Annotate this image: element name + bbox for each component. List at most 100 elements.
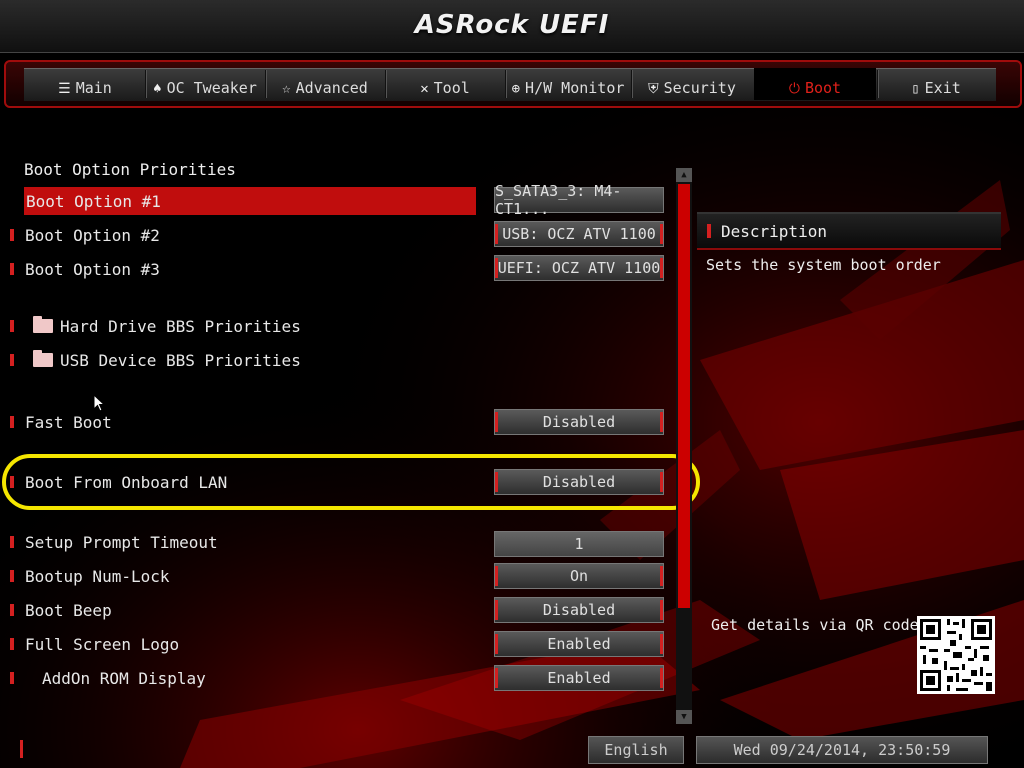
boot-beep-value[interactable]: Disabled — [494, 597, 664, 623]
bootup-num-lock-row[interactable]: Bootup Num-Lock — [10, 562, 470, 590]
footer-bar: English Wed 09/24/2014, 23:50:59 — [0, 730, 1024, 768]
submenu-hard-drive-bbs[interactable]: Hard Drive BBS Priorities — [10, 312, 470, 340]
boot-option-3-value[interactable]: UEFI: OCZ ATV 1100 — [494, 255, 664, 281]
scrollbar[interactable]: ▲ ▼ — [676, 168, 692, 724]
value-edge — [660, 258, 663, 278]
value-text: Enabled — [547, 635, 611, 653]
boot-option-label: Boot Option #1 — [26, 191, 161, 211]
boot-option-label: Boot Option #2 — [25, 225, 160, 245]
description-title: Description — [721, 222, 827, 241]
value-text: Disabled — [542, 601, 616, 619]
setting-label: Bootup Num-Lock — [25, 566, 170, 586]
submenu-usb-device-bbs[interactable]: USB Device BBS Priorities — [10, 346, 470, 374]
tab-label: Exit — [924, 79, 961, 97]
list-icon: ☰ — [58, 81, 71, 97]
row-marker — [10, 638, 14, 650]
boot-option-2-value[interactable]: USB: OCZ ATV 1100 — [494, 221, 664, 247]
full-screen-logo-row[interactable]: Full Screen Logo — [10, 630, 470, 658]
rocket-icon: ♠ — [153, 81, 162, 97]
tab-security[interactable]: ⛨ Security — [632, 68, 752, 100]
boot-option-1-row[interactable]: Boot Option #1 — [24, 187, 476, 215]
value-edge — [660, 600, 663, 620]
qr-code-icon — [917, 616, 995, 694]
value-edge — [495, 634, 498, 654]
row-marker — [10, 229, 14, 241]
scroll-thumb[interactable] — [678, 184, 690, 608]
tab-label: Advanced — [295, 79, 368, 97]
value-edge — [660, 224, 663, 244]
tab-hw-monitor[interactable]: ⊕ H/W Monitor — [506, 68, 630, 100]
value-edge — [495, 600, 498, 620]
row-marker — [10, 320, 14, 332]
tab-label: H/W Monitor — [525, 79, 625, 97]
scroll-up-arrow-icon[interactable]: ▲ — [676, 168, 692, 182]
shield-icon: ⛨ — [648, 81, 659, 97]
highlight-ellipse — [2, 454, 700, 510]
value-edge — [660, 634, 663, 654]
value-text: Disabled — [542, 413, 616, 431]
value-edge — [495, 412, 498, 432]
boot-option-2-row[interactable]: Boot Option #2 — [10, 221, 470, 249]
addon-rom-display-row[interactable]: AddOn ROM Display — [10, 664, 470, 692]
tab-label: Boot — [804, 79, 842, 97]
mouse-cursor-icon — [93, 393, 106, 417]
star-icon: ☆ — [282, 81, 291, 97]
full-screen-logo-value[interactable]: Enabled — [494, 631, 664, 657]
row-marker — [10, 354, 14, 366]
value-edge — [495, 258, 498, 278]
value-text: On — [569, 567, 589, 585]
scroll-down-arrow-icon[interactable]: ▼ — [676, 710, 692, 724]
bootup-num-lock-value[interactable]: On — [494, 563, 664, 589]
row-marker — [10, 416, 14, 428]
tab-main[interactable]: ☰ Main — [26, 68, 144, 100]
tab-advanced[interactable]: ☆ Advanced — [266, 68, 384, 100]
exit-door-icon: ▯ — [911, 81, 920, 97]
brand-logo: ASRock UEFI — [414, 10, 610, 40]
tab-label: Main — [75, 79, 112, 97]
value-text: Enabled — [547, 669, 611, 687]
value-edge — [495, 566, 498, 586]
value-edge — [660, 566, 663, 586]
value-edge — [495, 224, 498, 244]
fast-boot-row[interactable]: Fast Boot — [10, 408, 470, 436]
datetime-display: Wed 09/24/2014, 23:50:59 — [696, 736, 988, 764]
setting-label: Boot Beep — [25, 600, 112, 620]
description-panel: Description Sets the system boot order G… — [697, 200, 1001, 720]
tab-exit[interactable]: ▯ Exit — [878, 68, 994, 100]
addon-rom-display-value[interactable]: Enabled — [494, 665, 664, 691]
boot-option-3-row[interactable]: Boot Option #3 — [10, 255, 470, 283]
setting-label: AddOn ROM Display — [42, 668, 206, 688]
row-marker — [10, 570, 14, 582]
header-marker — [707, 224, 711, 238]
footer-marker — [20, 740, 23, 758]
description-text: Sets the system boot order — [706, 256, 941, 274]
setup-prompt-timeout-input[interactable]: 1 — [494, 531, 664, 557]
value-text: USB: OCZ ATV 1100 — [502, 225, 656, 243]
boot-option-1-value[interactable]: S_SATA3_3: M4-CT1... — [494, 182, 664, 218]
setup-prompt-timeout-row[interactable]: Setup Prompt Timeout — [10, 528, 470, 556]
submenu-label: Hard Drive BBS Priorities — [60, 316, 301, 336]
tab-boot[interactable]: ⏻ Boot — [754, 68, 876, 100]
power-icon: ⏻ — [788, 81, 800, 97]
row-marker — [10, 263, 14, 275]
value-text: S_SATA3_3: M4-CT1... — [495, 182, 622, 218]
main-tab-bar: ☰ Main ♠ OC Tweaker ☆ Advanced ✕ Tool ⊕ H/W M… — [0, 58, 1024, 108]
crosshair-icon: ⊕ — [511, 81, 521, 97]
value-edge — [495, 668, 498, 688]
qr-label: Get details via QR code — [711, 616, 919, 634]
row-marker — [10, 604, 14, 616]
fast-boot-value[interactable]: Disabled — [494, 409, 664, 435]
row-marker — [10, 672, 14, 684]
description-header: Description — [697, 212, 1001, 250]
tab-label: Tool — [433, 79, 470, 97]
tab-oc-tweaker[interactable]: ♠ OC Tweaker — [146, 68, 264, 100]
language-selector[interactable]: English — [588, 736, 684, 764]
setting-label: Setup Prompt Timeout — [25, 532, 218, 552]
tab-label: OC Tweaker — [166, 79, 257, 97]
folder-icon — [33, 316, 53, 333]
value-text: 1 — [574, 535, 584, 553]
tab-label: Security — [663, 79, 736, 97]
folder-icon — [33, 350, 53, 367]
tab-tool[interactable]: ✕ Tool — [386, 68, 504, 100]
boot-beep-row[interactable]: Boot Beep — [10, 596, 470, 624]
